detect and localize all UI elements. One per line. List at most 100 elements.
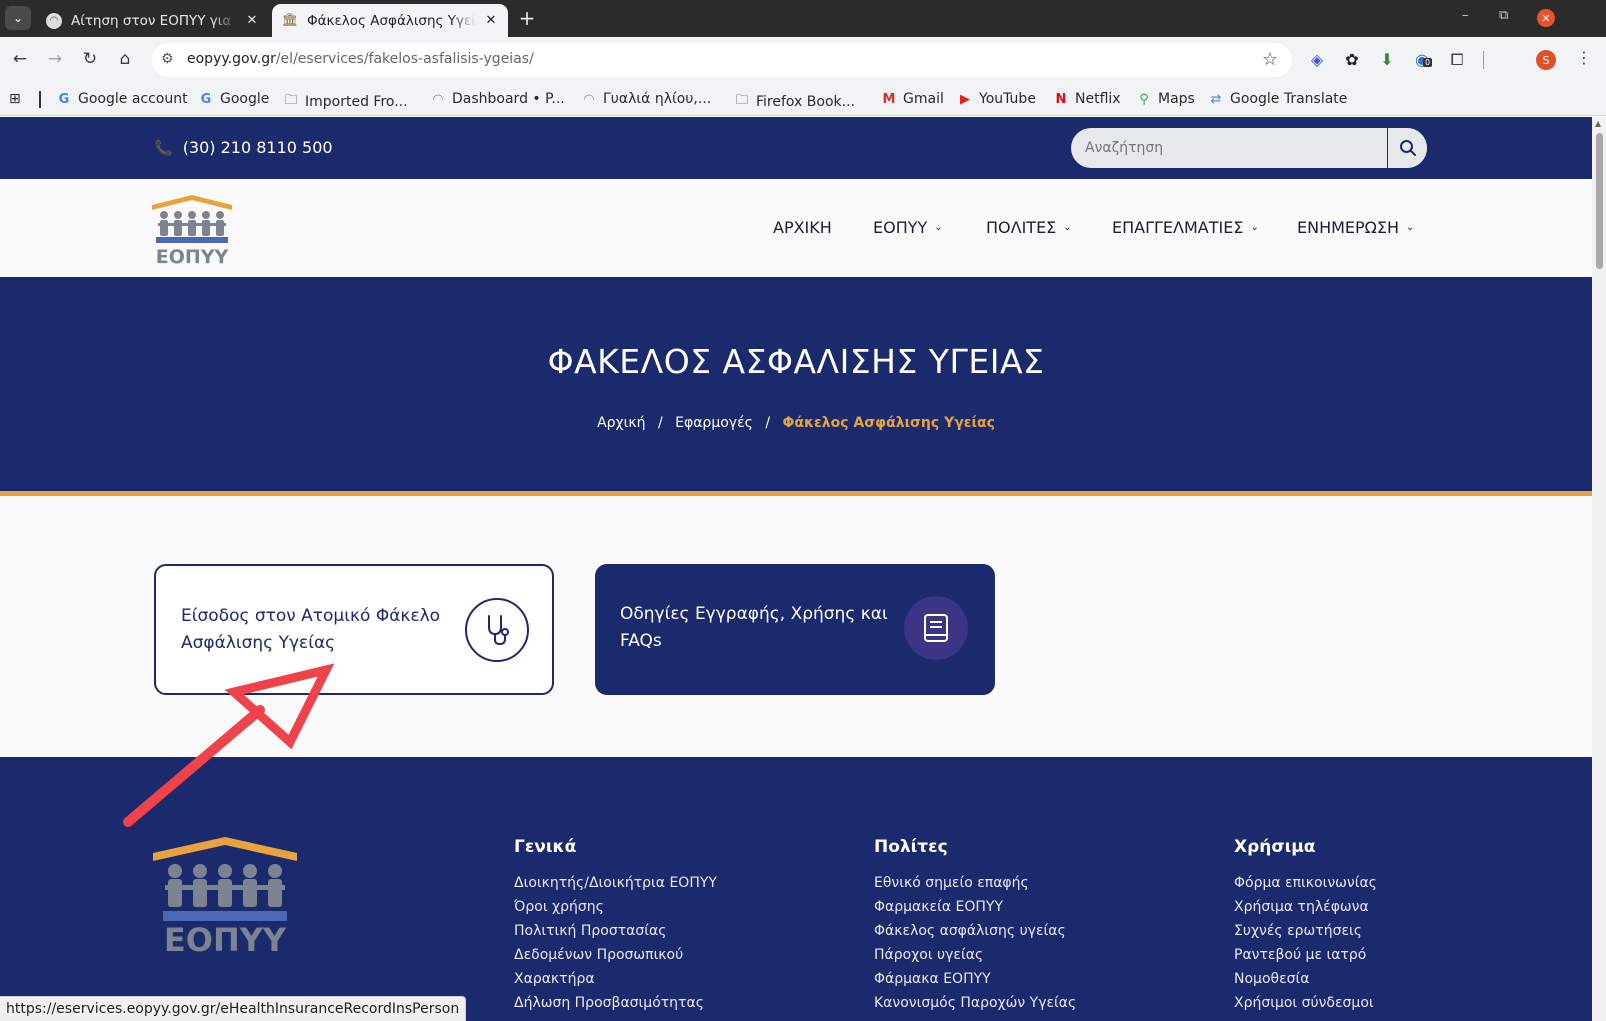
bookmark-star-icon[interactable]: ☆ [1262,49,1278,70]
gmail-icon: M [882,91,896,107]
counter-extension-icon[interactable]: ◉ 0 [1412,50,1433,69]
link-status-bar: https://eservices.eopyy.gov.gr/eHealthIn… [0,996,467,1021]
bookmark-maps[interactable]: ⚲ Maps [1136,91,1195,107]
breadcrumb-applications[interactable]: Εφαρμογές [675,415,753,431]
registration-faq-card[interactable]: Οδηγίες Εγγραφής, Χρήσης και FAQs [595,564,995,695]
footer-link[interactable]: Νομοθεσία [1234,967,1377,991]
close-icon[interactable]: ✕ [484,13,498,28]
footer-link[interactable]: Διοικητής/Διοικήτρια ΕΟΠΥΥ [514,871,717,895]
bank-favicon-icon: 🏛 [281,13,299,28]
footer-link[interactable]: Φόρμα επικοινωνίας [1234,871,1377,895]
forward-arrow-icon[interactable]: → [44,49,66,69]
nav-eopyy[interactable]: ΕΟΠΥΥ ⌄ [873,218,943,237]
footer-link[interactable]: Φάκελος ασφάλισης υγείας [874,919,1076,943]
site-footer: ΕΟΠΥΥ Γενικά Διοικητής/Διοικήτρια ΕΟΠΥΥ … [0,757,1592,1021]
footer-link[interactable]: Δήλωση Προσβασιμότητας [514,991,717,1015]
bookmark-google[interactable]: G Google [198,91,270,107]
chevron-down-icon: ⌄ [1063,222,1072,233]
footer-column-useful: Χρήσιμα Φόρμα επικοινωνίας Χρήσιμα τηλέφ… [1234,837,1377,1015]
browser-tab-bar: ⌄ ◠ Αίτηση στον ΕΟΠΥΥ για ν ✕ 🏛 Φάκελος … [0,0,1606,37]
extensions-puzzle-icon[interactable]: ⧠ [1447,50,1467,70]
bookmark-netflix[interactable]: N Netflix [1053,91,1121,107]
site-settings-icon[interactable]: ⚙ [161,51,174,67]
bookmark-dashboard[interactable]: ◠ Dashboard • P... [430,91,564,107]
browser-tab-2[interactable]: 🏛 Φάκελος Ασφάλισης Υγεία ✕ [272,4,508,37]
search-button[interactable] [1387,128,1427,168]
folder-icon: 🗀 [735,93,749,108]
apps-grid-icon[interactable]: ⊞ [9,91,21,107]
bookmark-google-translate[interactable]: ⇄ Google Translate [1208,91,1348,107]
close-icon[interactable]: ✕ [245,13,259,28]
bookmark-gmail[interactable]: M Gmail [881,91,944,107]
youtube-icon: ▶ [960,91,970,107]
profile-avatar[interactable]: S [1536,50,1556,70]
footer-link[interactable]: Χαρακτήρα [514,967,717,991]
tab-title: Φάκελος Ασφάλισης Υγεία [307,12,476,29]
footer-link[interactable]: Κανονισμός Παροχών Υγείας [874,991,1076,1015]
bookmark-imported-folder[interactable]: 🗀 Imported Fro... [283,91,407,113]
minimize-icon[interactable]: – [1462,8,1469,23]
restore-icon[interactable]: ⧉ [1499,8,1508,23]
nav-citizens[interactable]: ΠΟΛΙΤΕΣ ⌄ [986,218,1072,237]
svg-text:ΕΟΠΥΥ: ΕΟΠΥΥ [156,246,229,265]
site-icon: ◠ [583,91,595,107]
tag-extension-icon[interactable]: ◈ [1307,50,1327,69]
breadcrumb: Αρχική / Εφαρμογές / Φάκελος Ασφάλισης Υ… [0,415,1592,431]
translate-icon: ⇄ [1210,91,1222,107]
paw-extension-icon[interactable]: ✿ [1342,50,1362,69]
personal-health-record-login-card[interactable]: Είσοδος στον Ατομικό Φάκελο Ασφάλισης Υγ… [154,564,554,695]
new-tab-button[interactable]: + [514,6,540,30]
address-bar[interactable]: ⚙ eopyy.gov.gr/el/eservices/fakelos-asfa… [152,43,1292,77]
breadcrumb-home[interactable]: Αρχική [597,415,645,431]
footer-link[interactable]: Χρήσιμα τηλέφωνα [1234,895,1377,919]
hero-banner: ΦΑΚΕΛΟΣ ΑΣΦΑΛΙΣΗΣ ΥΓΕΙΑΣ Αρχική / Εφαρμο… [0,277,1592,496]
phone-contact[interactable]: 📞 (30) 210 8110 500 [154,138,333,157]
bookmark-google-account[interactable]: G Google account [56,91,188,107]
footer-eopyy-logo[interactable]: ΕΟΠΥΥ [153,837,297,959]
site-header: ΕΟΠΥΥ ΑΡΧΙΚΗ ΕΟΠΥΥ ⌄ ΠΟΛΙΤΕΣ ⌄ ΕΠΑΓΓΕΛΜΑΤΙ… [0,179,1592,277]
window-close-icon[interactable]: ✕ [1537,9,1555,27]
footer-link[interactable]: Δεδομένων Προσωπικού [514,943,717,967]
card-label: Οδηγίες Εγγραφής, Χρήσης και FAQs [620,604,888,651]
web-page: 📞 (30) 210 8110 500 Αναζήτηση ΕΟΠΥΥ ΑΡΧΙ… [0,117,1592,1021]
kebab-menu-icon[interactable]: ⋮ [1576,48,1592,67]
google-icon: G [58,91,70,107]
footer-link[interactable]: Χρήσιμοι σύνδεσμοι [1234,991,1377,1015]
home-icon[interactable]: ⌂ [114,49,136,69]
footer-link[interactable]: Ραντεβού με ιατρό [1234,943,1377,967]
footer-column-citizens: Πολίτες Εθνικό σημείο επαφής Φαρμακεία Ε… [874,837,1076,1015]
browser-tab-1[interactable]: ◠ Αίτηση στον ΕΟΠΥΥ για ν ✕ [36,4,269,37]
bookmark-firefox-folder[interactable]: 🗀 Firefox Book... [734,91,855,113]
eopyy-logo[interactable]: ΕΟΠΥΥ [150,193,234,268]
nav-news[interactable]: ΕΝΗΜΕΡΩΣΗ ⌄ [1297,218,1414,237]
nav-home[interactable]: ΑΡΧΙΚΗ [773,218,832,237]
svg-text:ΕΟΠΥΥ: ΕΟΠΥΥ [164,921,287,957]
nav-professionals[interactable]: ΕΠΑΓΓΕΛΜΑΤΙΕΣ ⌄ [1112,218,1259,237]
footer-link[interactable]: Φαρμακεία ΕΟΠΥΥ [874,895,1076,919]
chevron-down-icon: ⌄ [1406,222,1415,233]
site-icon: ◠ [432,91,444,107]
footer-link[interactable]: Πάροχοι υγείας [874,943,1076,967]
scrollbar-thumb[interactable] [1596,133,1603,269]
browser-toolbar: ← → ↻ ⌂ ⚙ eopyy.gov.gr/el/eservices/fake… [0,37,1606,83]
page-title: ΦΑΚΕΛΟΣ ΑΣΦΑΛΙΣΗΣ ΥΓΕΙΑΣ [547,342,1045,381]
footer-link[interactable]: Πολιτική Προστασίας [514,919,717,943]
page-scrollbar[interactable]: ▲ [1592,117,1606,1021]
reload-icon[interactable]: ↻ [79,49,101,69]
tab-list-button[interactable]: ⌄ [5,6,31,30]
scroll-up-icon[interactable]: ▲ [1595,119,1601,128]
folder-icon: 🗀 [284,93,298,108]
search-input[interactable] [1071,128,1385,168]
bookmark-sunglasses[interactable]: ◠ Γυαλιά ηλίου,... [581,91,711,107]
footer-link[interactable]: Όροι χρήσης [514,895,717,919]
footer-column-general: Γενικά Διοικητής/Διοικήτρια ΕΟΠΥΥ Όροι χ… [514,837,717,1015]
footer-link[interactable]: Συχνές ερωτήσεις [1234,919,1377,943]
download-arrow-icon[interactable]: ⬇ [1377,50,1397,69]
maps-icon: ⚲ [1139,91,1149,107]
footer-link[interactable]: Φάρμακα ΕΟΠΥΥ [874,967,1076,991]
site-search [1071,128,1427,168]
chevron-down-icon: ⌄ [934,222,943,233]
footer-link[interactable]: Εθνικό σημείο επαφής [874,871,1076,895]
back-arrow-icon[interactable]: ← [9,49,31,69]
bookmark-youtube[interactable]: ▶ YouTube [957,91,1036,107]
